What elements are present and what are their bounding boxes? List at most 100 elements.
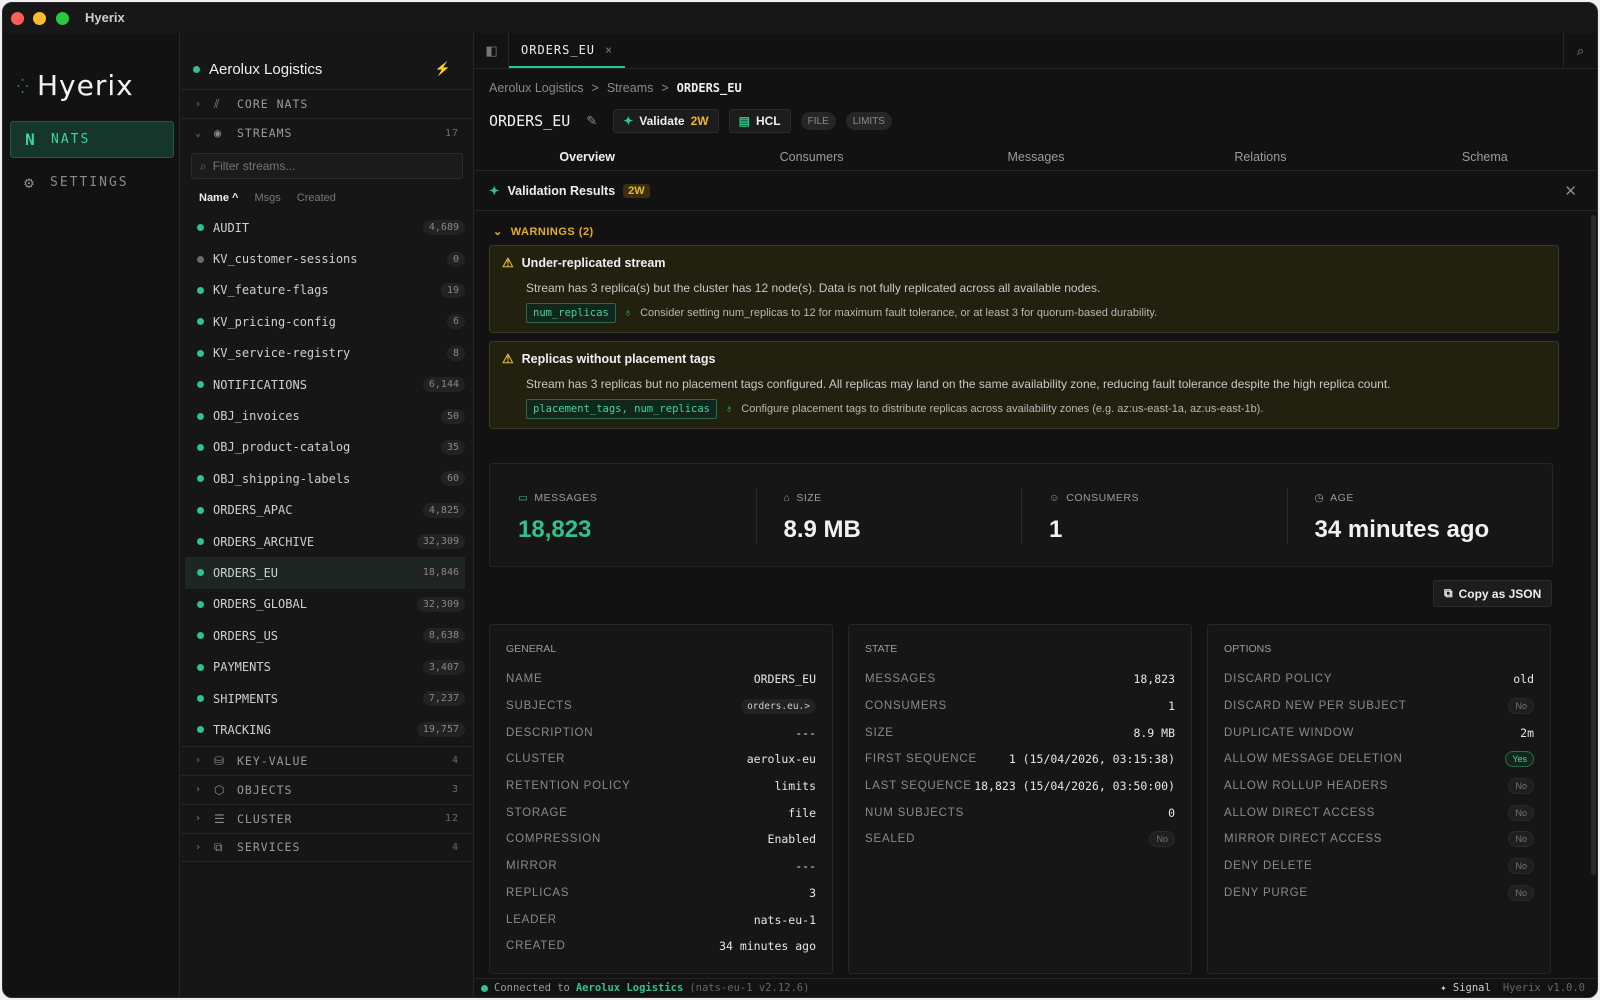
stream-count: 3,407: [422, 659, 465, 675]
edit-pencil-icon[interactable]: ✎: [586, 113, 597, 129]
property-key: SIZE: [865, 726, 894, 739]
stream-item[interactable]: ORDERS_EU 18,846: [185, 557, 465, 589]
property-key: DENY DELETE: [1224, 860, 1313, 873]
section-streams[interactable]: ⌄ ◉ STREAMS 17: [181, 118, 473, 147]
section-objects[interactable]: › ⬡ OBJECTS 3: [181, 774, 473, 804]
validate-button[interactable]: ✦ Validate 2W: [613, 109, 719, 133]
stream-item[interactable]: OBJ_invoices 50: [185, 400, 465, 431]
status-server: Aerolux Logistics: [575, 982, 684, 994]
stat-value: 34 minutes ago: [1314, 516, 1490, 543]
stream-item[interactable]: AUDIT 4,689: [185, 212, 465, 243]
stat-value: 1: [1049, 516, 1063, 543]
stream-item[interactable]: OBJ_product-catalog 35: [185, 432, 465, 463]
sparkle-icon: ✦: [623, 114, 634, 128]
tab-orders-eu[interactable]: ORDERS_EU ×: [509, 33, 626, 68]
stream-item[interactable]: KV_customer-sessions 0: [185, 243, 465, 274]
property-value: No: [1508, 778, 1534, 795]
stream-status-dot: [197, 695, 204, 703]
server-icon: ☰: [214, 811, 226, 826]
property-row: LAST SEQUENCE 18,823 (15/04/2026, 03:50:0…: [865, 773, 1175, 800]
tab-relations[interactable]: Relations: [1148, 143, 1372, 170]
property-row: STORAGE file: [506, 799, 816, 826]
stream-item[interactable]: KV_service-registry 8: [185, 338, 465, 369]
clock-icon: ◷: [1314, 492, 1325, 504]
stream-item[interactable]: ORDERS_US 8,638: [185, 620, 465, 651]
stream-item[interactable]: ORDERS_GLOBAL 32,309: [185, 589, 465, 620]
users-icon: ☺: [1049, 492, 1061, 504]
stream-status-dot: [197, 318, 204, 326]
stat-size: ⌂ SIZE 8.9 MB: [755, 464, 1022, 566]
sort-by-created[interactable]: Created: [297, 192, 336, 204]
stream-status-dot: [197, 538, 204, 546]
database-icon: ⛁: [214, 753, 226, 768]
sort-by-name[interactable]: Name ^: [199, 192, 238, 204]
stream-list: AUDIT 4,689 KV_customer-sessions 0 KV_featur…: [181, 212, 473, 746]
property-key: SUBJECTS: [506, 700, 573, 713]
section-core-nats[interactable]: › ⫽ CORE NATS: [181, 89, 473, 118]
stream-item[interactable]: ORDERS_ARCHIVE 32,309: [185, 526, 465, 557]
breadcrumb-streams[interactable]: Streams: [607, 81, 654, 95]
close-tab-icon[interactable]: ×: [605, 43, 613, 57]
stream-item[interactable]: TRACKING 19,757: [185, 714, 465, 745]
close-icon[interactable]: ✕: [1564, 182, 1577, 200]
zoom-window-button[interactable]: [56, 12, 69, 25]
stream-status-dot: [197, 475, 204, 483]
warning-hint: Consider setting num_replicas to 12 for …: [640, 307, 1158, 319]
signal-icon: ✦: [1440, 982, 1447, 994]
property-value: 0: [1168, 805, 1175, 820]
nav-item-nats[interactable]: N NATS: [10, 121, 174, 158]
stream-item[interactable]: ORDERS_APAC 4,825: [185, 495, 465, 526]
title-bar: Hyerix: [3, 3, 1597, 33]
property-key: COMPRESSION: [506, 833, 602, 846]
stream-item[interactable]: KV_pricing-config 6: [185, 306, 465, 337]
tab-schema[interactable]: Schema: [1373, 143, 1597, 170]
stream-item[interactable]: NOTIFICATIONS 6,144: [185, 369, 465, 400]
stream-item[interactable]: KV_feature-flags 19: [185, 275, 465, 306]
copy-json-button[interactable]: ⧉ Copy as JSON: [1433, 580, 1553, 607]
chevron-right-icon: ›: [195, 841, 203, 853]
stream-header: ORDERS_EU ✎ ✦ Validate 2W ▤ HCL FILE LIM…: [489, 109, 892, 133]
property-key: MIRROR: [506, 860, 558, 873]
property-value: No: [1508, 884, 1534, 901]
primary-nav: ⁛ Hyerix N NATS ⚙ SETTINGS: [3, 33, 180, 997]
stream-count: 7,237: [422, 691, 465, 707]
property-key: MESSAGES: [865, 673, 936, 686]
stat-label: CONSUMERS: [1066, 492, 1139, 504]
signal-indicator[interactable]: ✦ Signal: [1440, 982, 1491, 994]
nav-item-settings[interactable]: ⚙ SETTINGS: [10, 164, 174, 201]
section-cluster[interactable]: › ☰ CLUSTER 12: [181, 803, 473, 833]
cube-icon: ⬡: [214, 782, 226, 797]
tab-consumers[interactable]: Consumers: [699, 143, 923, 170]
hcl-button[interactable]: ▤ HCL: [728, 109, 791, 133]
stream-filter[interactable]: ⌕: [191, 153, 463, 179]
subtab-bar: Overview Consumers Messages Relations Sc…: [475, 143, 1597, 171]
property-row: SEALED No: [865, 826, 1175, 853]
toggle-sidebar-icon[interactable]: ◧: [475, 33, 509, 68]
status-bar: Connected to Aerolux Logistics (nats-eu-…: [475, 978, 1597, 997]
stream-item[interactable]: OBJ_shipping-labels 60: [185, 463, 465, 494]
close-window-button[interactable]: [11, 12, 24, 25]
warning-field-tag: num_replicas: [526, 303, 616, 323]
stream-name: OBJ_invoices: [213, 409, 300, 424]
tab-messages[interactable]: Messages: [924, 143, 1148, 170]
disconnect-plug-icon[interactable]: ⚡: [435, 61, 451, 77]
scrollbar[interactable]: [1591, 215, 1596, 875]
minimize-window-button[interactable]: [33, 12, 46, 25]
filter-input[interactable]: [212, 159, 443, 173]
property-key: NUM SUBJECTS: [865, 806, 965, 819]
section-key-value[interactable]: › ⛁ KEY-VALUE 4: [181, 745, 473, 775]
property-value: 1: [1168, 699, 1175, 714]
stream-item[interactable]: PAYMENTS 3,407: [185, 651, 465, 682]
warnings-toggle[interactable]: ⌄ WARNINGS (2): [493, 225, 594, 239]
property-value: No: [1508, 698, 1534, 715]
stream-count: 8,638: [422, 628, 465, 644]
stream-name: ORDERS_US: [213, 628, 279, 643]
sort-by-msgs[interactable]: Msgs: [254, 192, 280, 204]
logo-text: Hyerix: [37, 69, 134, 102]
section-services[interactable]: › ⧉ SERVICES 4: [181, 832, 473, 862]
stream-name: AUDIT: [213, 220, 250, 235]
breadcrumb-connection[interactable]: Aerolux Logistics: [489, 81, 584, 95]
tab-overview[interactable]: Overview: [475, 143, 699, 170]
stream-item[interactable]: SHIPMENTS 7,237: [185, 683, 465, 714]
search-icon[interactable]: ⌕: [1563, 33, 1597, 69]
